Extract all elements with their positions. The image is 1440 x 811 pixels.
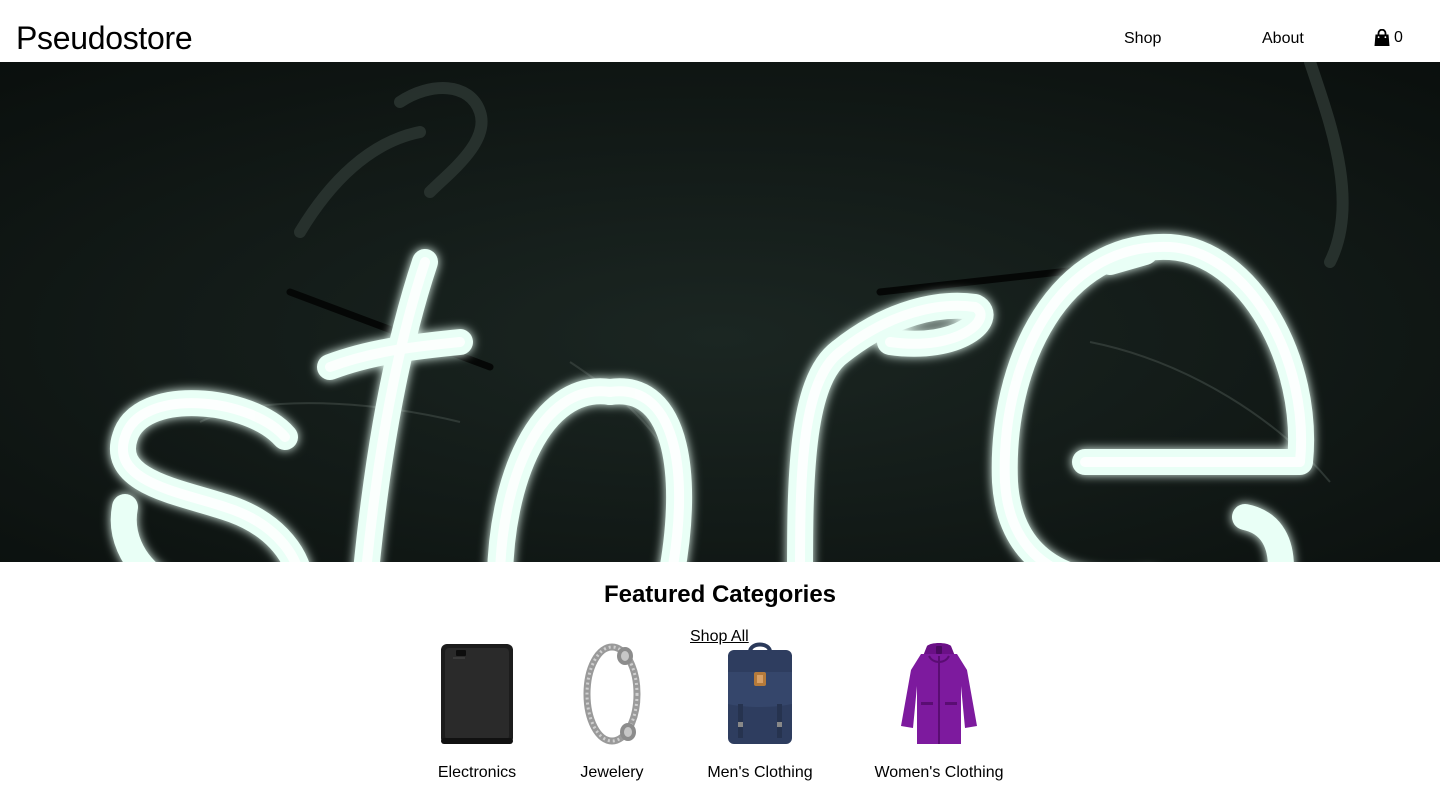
- nav-shop-link[interactable]: Shop: [1124, 29, 1161, 49]
- nav-about-link[interactable]: About: [1262, 29, 1304, 49]
- cart-count: 0: [1394, 29, 1403, 46]
- category-label: Jewelery: [580, 764, 644, 781]
- category-label: Women's Clothing: [874, 764, 1004, 781]
- external-hard-drive-image: [430, 642, 524, 748]
- shopping-bag-icon: [1374, 29, 1390, 47]
- purple-jacket-image: [870, 642, 1008, 748]
- category-label: Electronics: [437, 764, 517, 781]
- hero-banner: [0, 62, 1440, 562]
- neon-store-sign-image: [0, 62, 1440, 562]
- cart-button[interactable]: 0: [1374, 28, 1403, 48]
- category-label: Men's Clothing: [707, 764, 813, 781]
- featured-categories-title: Featured Categories: [603, 581, 837, 608]
- brand-logo[interactable]: Pseudostore: [16, 18, 193, 58]
- silver-bracelet-image: [572, 642, 652, 748]
- site-header: Pseudostore Shop About 0: [0, 0, 1440, 62]
- navy-backpack-image: [700, 642, 820, 748]
